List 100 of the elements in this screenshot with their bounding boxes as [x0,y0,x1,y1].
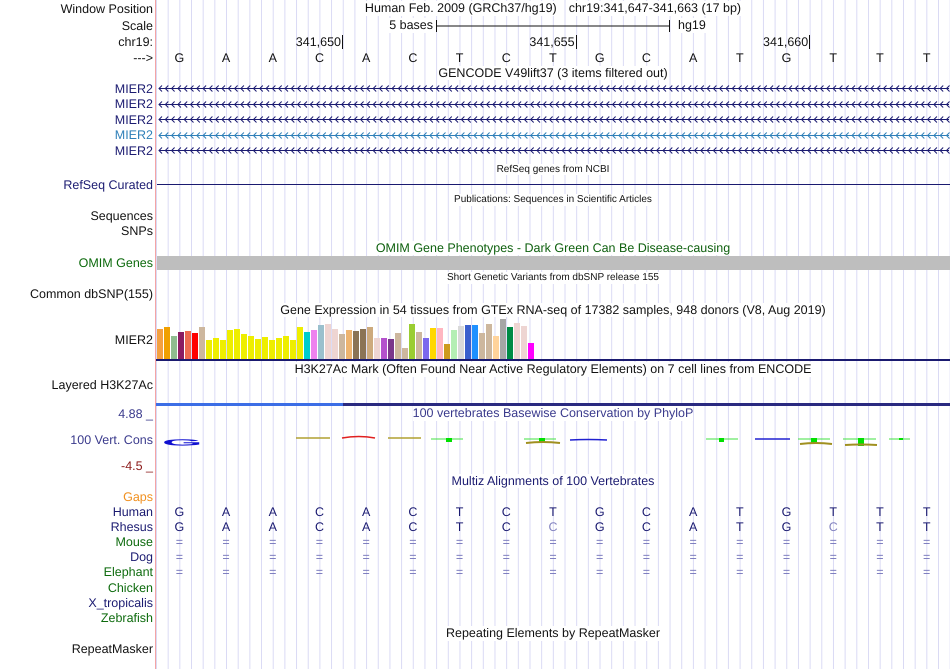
base-letter: T [876,504,884,519]
base-letter: C [408,50,418,64]
match-mark: = [782,550,790,564]
match-mark: = [362,550,370,564]
match-mark: = [876,550,884,564]
match-mark: = [176,550,183,564]
track-title: Short Genetic Variants from dbSNP release 155 [447,272,659,284]
base-letter: T [829,50,838,64]
position-tick-label: 341,660 [763,35,810,49]
gene-strand-line[interactable] [156,146,950,156]
track-label: MIER2 [114,333,153,347]
species-label: Elephant [104,565,153,580]
match-mark: = [456,565,464,580]
match-mark: = [830,534,837,549]
base-letter: T [736,504,744,519]
expression-bars-drawing[interactable] [157,319,535,359]
base-letter: A [688,520,698,534]
base-letter: T [922,504,930,519]
sequence-logo-letter: G [162,438,202,448]
base-letter: A [688,504,698,519]
base-letter: A [268,50,277,64]
track-title: Multiz Alignments of 100 Vertebrates [452,474,654,488]
base-letter: C [408,504,418,519]
match-mark: = [316,534,324,549]
track-label: Window Position [60,2,153,16]
match-mark: = [176,565,183,580]
gene-label[interactable]: MIER2 [114,82,153,96]
position-tick-label: 341,650 [296,35,343,49]
track-title: H3K27Ac Mark (Often Found Near Active Regulatory Elements) on 7 cell lines from ENCODE [294,362,812,377]
match-mark: = [362,565,370,580]
track-label: Sequences [90,208,153,222]
gene-label[interactable]: MIER2 [114,112,153,127]
match-mark: = [689,534,697,549]
gene-label[interactable]: MIER2 [114,128,153,142]
base-letter: T [549,50,557,64]
match-mark: = [362,534,370,549]
assembly-title: Human Feb. 2009 (GRCh37/hg19) [364,1,557,16]
track-title: 100 vertebrates Basewise Conservation by PhyloP [412,406,694,421]
base-letter: G [594,520,605,534]
gene-label[interactable]: MIER2 [114,97,153,112]
base-letter: T [456,50,464,64]
track-label: SNPs [121,224,153,238]
base-letter: A [222,504,230,519]
base-letter: A [222,50,230,64]
track-title: Repeating Elements by RepeatMasker [446,626,660,641]
base-letter: G [174,50,184,64]
base-letter: A [268,504,277,519]
base-letter: C [642,504,651,519]
match-mark: = [830,565,837,580]
base-letter: G [174,520,184,534]
base-letter: T [876,520,884,534]
track-label: Layered H3K27Ac [52,378,153,392]
match-mark: = [222,534,230,549]
gene-label[interactable]: MIER2 [114,144,153,158]
database-label: hg19 [678,18,706,33]
match-mark: = [830,550,837,564]
axis-max-label: 4.88 _ [118,406,153,420]
track-label: Gaps [123,490,153,504]
base-letter: G [782,50,792,64]
base-letter: C [828,520,838,534]
base-letter: T [456,504,464,519]
match-mark: = [502,534,510,549]
match-mark: = [269,565,276,580]
gene-strand-line[interactable] [156,100,950,109]
base-letter: G [782,504,792,519]
track-label: RefSeq Curated [63,178,153,192]
match-mark: = [642,534,650,549]
base-letter: T [876,50,884,64]
species-label: Chicken [108,580,153,595]
base-letter: T [736,520,744,534]
match-mark: = [222,565,230,580]
base-letter: C [642,50,651,64]
match-mark: = [689,565,697,580]
base-letter: A [688,50,698,64]
match-mark: = [922,550,930,564]
match-mark: = [736,550,744,564]
match-mark: = [409,565,417,580]
match-mark: = [176,534,183,549]
species-label: Zebrafish [100,610,153,625]
gene-strand-line[interactable] [156,84,950,94]
gene-strand-line[interactable] [156,115,950,124]
base-letter: G [594,50,605,64]
base-letter: T [736,50,744,64]
base-letter: C [314,520,324,534]
match-mark: = [642,565,650,580]
match-mark: = [502,550,510,564]
match-mark: = [736,534,744,549]
position-title: chr19:341,647-341,663 (17 bp) [568,1,742,16]
track-label: Common dbSNP(155) [30,287,153,301]
track-label: OMIM Genes [78,256,153,270]
base-letter: T [549,504,557,519]
base-letter: A [362,520,370,534]
base-letter: C [642,520,651,534]
track-label: Scale [122,18,153,32]
base-letter: A [362,50,370,64]
match-mark: = [409,534,417,549]
base-letter: A [268,520,277,534]
species-label: Rhesus [110,520,153,534]
track-label: chr19: [118,35,153,49]
base-letter: C [502,50,511,64]
